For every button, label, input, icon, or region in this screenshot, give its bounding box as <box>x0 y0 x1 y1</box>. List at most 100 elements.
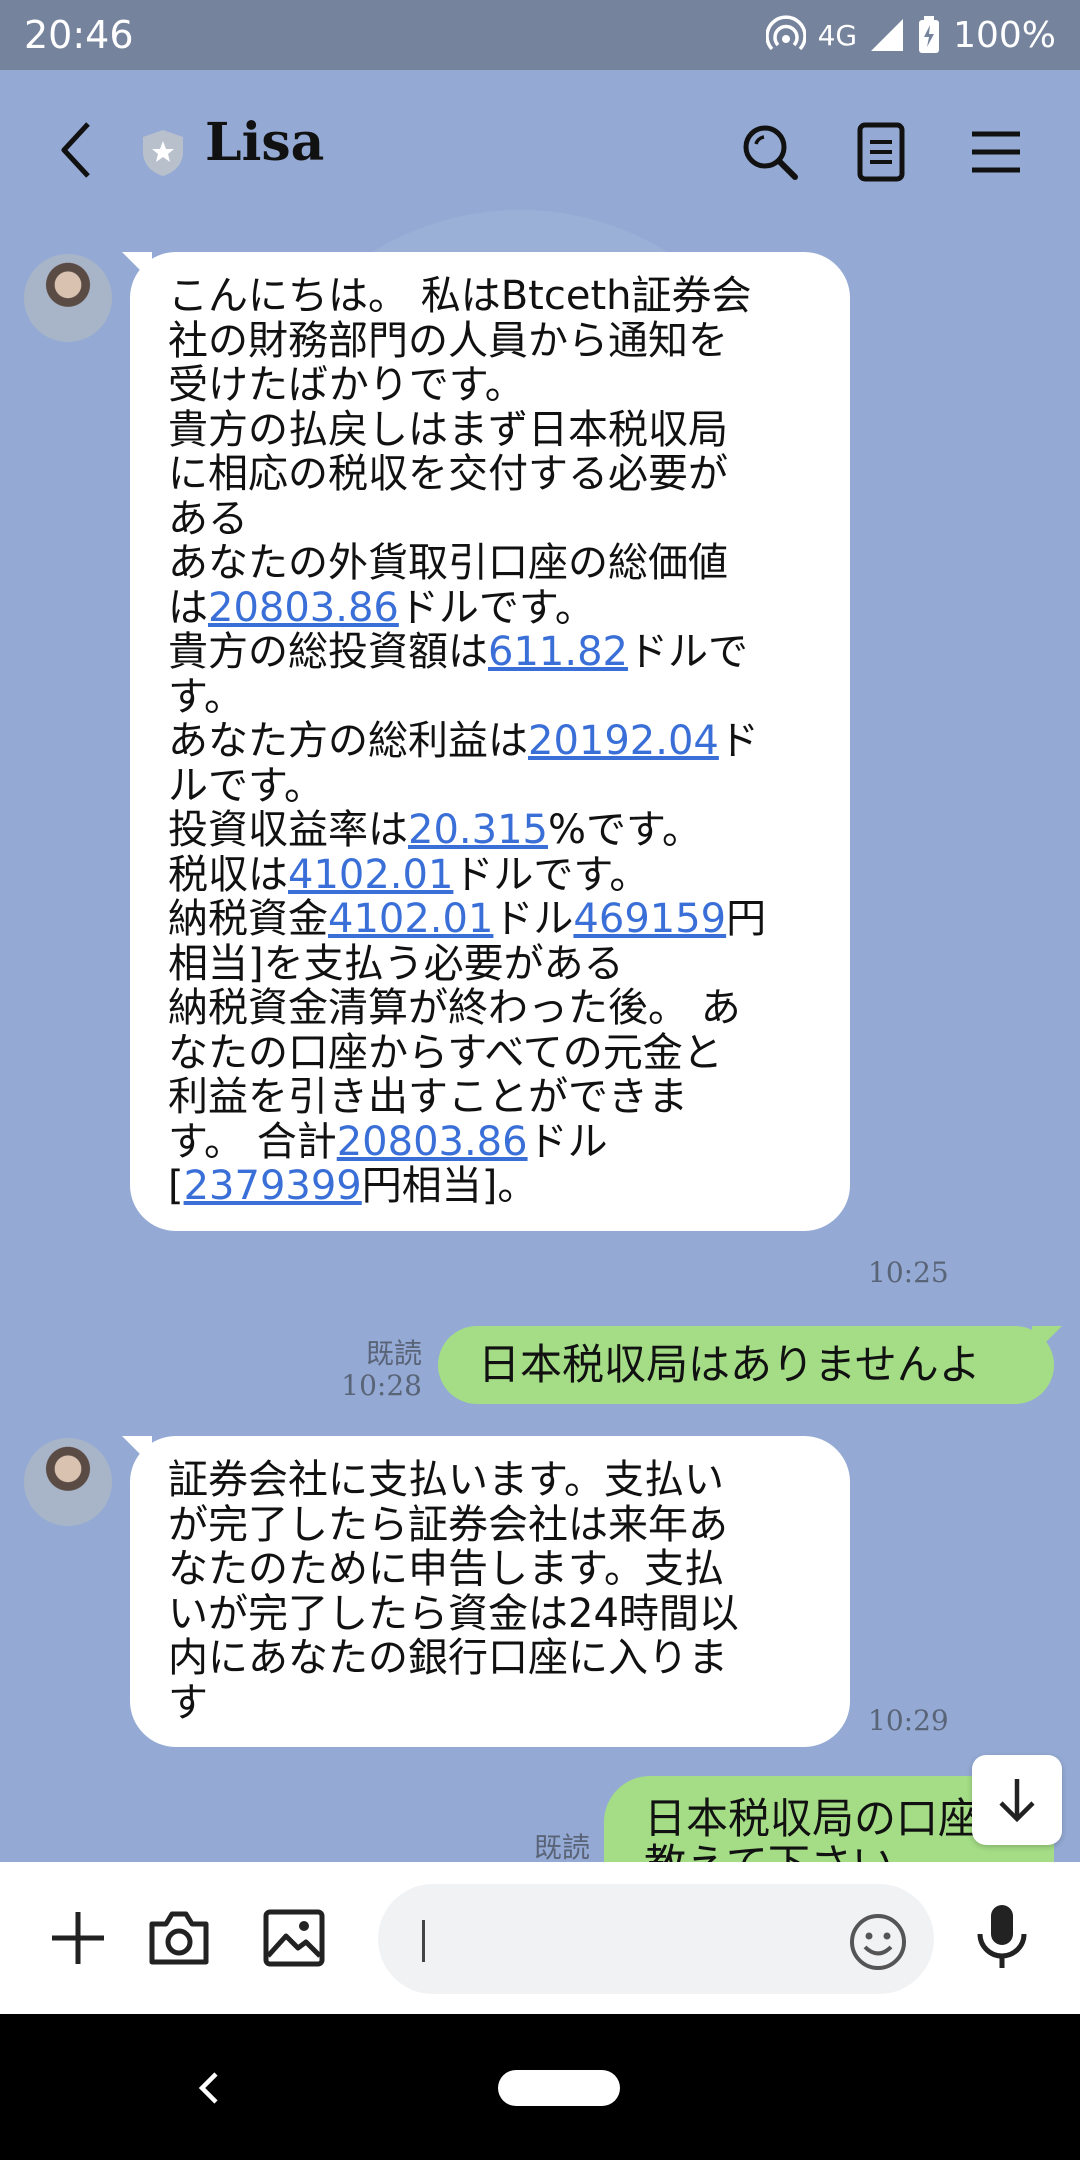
message-text-segment: す <box>168 1679 208 1726</box>
number-link[interactable]: 20.315 <box>408 807 548 853</box>
network-type: 4G <box>817 18 858 52</box>
message-text-segment: 受けたばかりです。 <box>168 362 525 408</box>
message-text-segment: は <box>168 584 208 631</box>
message-line: 貴方の総投資額は611.82ドルで <box>168 630 814 675</box>
back-arrow-icon[interactable] <box>56 120 96 180</box>
battery-level: 100% <box>953 14 1056 56</box>
number-link[interactable]: 20803.86 <box>337 1119 528 1165</box>
message-text-segment: 相当]を支払う必要がある <box>168 940 624 987</box>
avatar[interactable] <box>24 254 112 342</box>
message-line: が完了したら証券会社は来年あ <box>168 1502 814 1548</box>
number-link[interactable]: 2379399 <box>184 1163 362 1209</box>
notes-icon[interactable] <box>856 122 906 182</box>
message-text-segment: 証券会社に支払います。支払い <box>168 1457 724 1503</box>
chat-title[interactable]: Lisa <box>205 112 324 173</box>
message-text-segment: ルです。 <box>168 762 324 809</box>
message-line: 利益を引き出すことができま <box>168 1075 814 1120</box>
status-icons: 4G 100% <box>765 14 1056 56</box>
message-input-bar <box>0 1862 1080 2014</box>
message-line: 貴方の払戻しはまず日本税収局 <box>168 407 814 453</box>
message-text-segment: に相応の税収を交付する必要が <box>168 451 728 497</box>
message-line: あなた方の総利益は20192.04ド <box>168 719 814 764</box>
message-line: ある <box>168 495 814 542</box>
message-text-segment: 円 <box>726 896 767 942</box>
message-text: 証券会社に支払います。支払い が完了したら証券会社は来年あ なたのために申告します。… <box>168 1458 814 1725</box>
timestamp: 10:28 <box>341 1369 422 1402</box>
message-line: 納税資金4102.01ドル469159円 <box>168 897 814 942</box>
text-caret <box>422 1920 425 1962</box>
message-input[interactable] <box>378 1884 934 1994</box>
number-link[interactable]: 469159 <box>573 896 726 942</box>
message-text-segment: ある <box>168 495 248 542</box>
number-link[interactable]: 4102.01 <box>288 852 453 898</box>
status-time: 20:46 <box>24 13 134 57</box>
message-line: なたのために申告します。支払 <box>168 1547 814 1592</box>
read-label: 既読 <box>533 1831 590 1863</box>
incoming-message-1[interactable]: こんにちは。 私はBtceth証券会 社の財務部門の人員から通知を 受けたばかりです… <box>122 252 850 1231</box>
read-label: 既読 <box>365 1337 422 1370</box>
message-text-segment: 円相当]。 <box>361 1163 538 1209</box>
message-text-segment: 投資収益率は <box>168 807 408 853</box>
message-text-segment: 内にあなたの銀行口座に入りま <box>168 1635 728 1681</box>
nav-back-icon[interactable] <box>196 2070 220 2106</box>
arrow-down-icon <box>999 1779 1035 1823</box>
plus-icon[interactable] <box>48 1908 108 1968</box>
incoming-message-2[interactable]: 証券会社に支払います。支払い が完了したら証券会社は来年あ なたのために申告します。… <box>122 1436 850 1747</box>
message-line: す <box>168 1679 814 1726</box>
mic-icon[interactable] <box>974 1902 1030 1972</box>
menu-icon[interactable] <box>970 122 1022 182</box>
message-line: こんにちは。 私はBtceth証券会 <box>168 274 814 319</box>
search-icon[interactable] <box>740 122 800 182</box>
number-link[interactable]: 20192.04 <box>528 718 719 764</box>
number-link[interactable]: 20803.86 <box>208 585 399 631</box>
message-text-segment: こんにちは。 私はBtceth証券会 <box>168 273 752 319</box>
timestamp: 10:25 <box>868 1256 949 1289</box>
battery-icon <box>919 16 940 53</box>
chat-header: Lisa <box>0 70 1080 210</box>
message-line: いが完了したら資金は24時間以 <box>168 1590 814 1637</box>
message-line: に相応の税収を交付する必要が <box>168 452 814 497</box>
outgoing-message-1[interactable]: 日本税収局はありませんよ <box>438 1326 1062 1404</box>
shield-star-icon <box>143 130 183 176</box>
read-receipt: 既読 <box>520 1831 590 1863</box>
message-text-segment: [ <box>168 1163 184 1209</box>
read-receipt: 既読 10:28 <box>340 1338 422 1402</box>
message-text-segment: す。 合計 <box>168 1118 337 1165</box>
message-text-segment: ドル <box>527 1118 608 1165</box>
message-text-segment: 貴方の総投資額は <box>168 629 488 675</box>
message-text-segment: 納税資金清算が終わった後。 あ <box>168 985 741 1031</box>
message-text-segment: あなたの外貨取引口座の総価値 <box>168 540 728 586</box>
message-line: あなたの外貨取引口座の総価値 <box>168 541 814 586</box>
message-line: 教えて下さい <box>644 1842 1014 1863</box>
message-text-segment: あなた方の総利益は <box>168 718 528 764</box>
number-link[interactable]: 4102.01 <box>328 896 493 942</box>
message-text-segment: 納税資金 <box>168 896 328 942</box>
message-line: は20803.86ドルです。 <box>168 584 814 631</box>
message-line: 社の財務部門の人員から通知を <box>168 317 814 364</box>
message-line: 内にあなたの銀行口座に入りま <box>168 1636 814 1681</box>
message-text-segment: 社の財務部門の人員から通知を <box>168 317 728 364</box>
message-text-segment: す。 <box>168 673 244 720</box>
message-line: す。 <box>168 673 814 720</box>
image-icon[interactable] <box>262 1908 326 1968</box>
message-line: 証券会社に支払います。支払い <box>168 1458 814 1503</box>
message-line: す。 合計20803.86ドル <box>168 1118 814 1165</box>
scroll-to-bottom-button[interactable] <box>972 1755 1062 1845</box>
number-link[interactable]: 611.82 <box>488 629 628 675</box>
avatar[interactable] <box>24 1438 112 1526</box>
message-line: ルです。 <box>168 762 814 809</box>
message-line: 日本税収局の口座 <box>644 1794 981 1843</box>
hotspot-icon <box>765 15 806 51</box>
nav-home-button[interactable] <box>498 2070 620 2106</box>
camera-icon[interactable] <box>146 1908 212 1968</box>
message-text-segment: ドル <box>493 896 574 942</box>
message-line: 相当]を支払う必要がある <box>168 940 814 987</box>
message-text-segment: ドルです。 <box>453 851 650 898</box>
message-text-segment: %です。 <box>547 807 702 853</box>
status-bar: 20:46 4G 100% <box>0 0 1080 70</box>
timestamp: 10:29 <box>868 1704 949 1737</box>
message-text-segment: 税収は <box>168 851 288 898</box>
emoji-icon[interactable] <box>848 1912 908 1972</box>
chat-area[interactable]: Lisa こんにちは。 私はBtceth証券会 社の財務部門の人員から通知を 受けた… <box>0 70 1080 1862</box>
message-text-segment: いが完了したら資金は24時間以 <box>168 1590 739 1637</box>
